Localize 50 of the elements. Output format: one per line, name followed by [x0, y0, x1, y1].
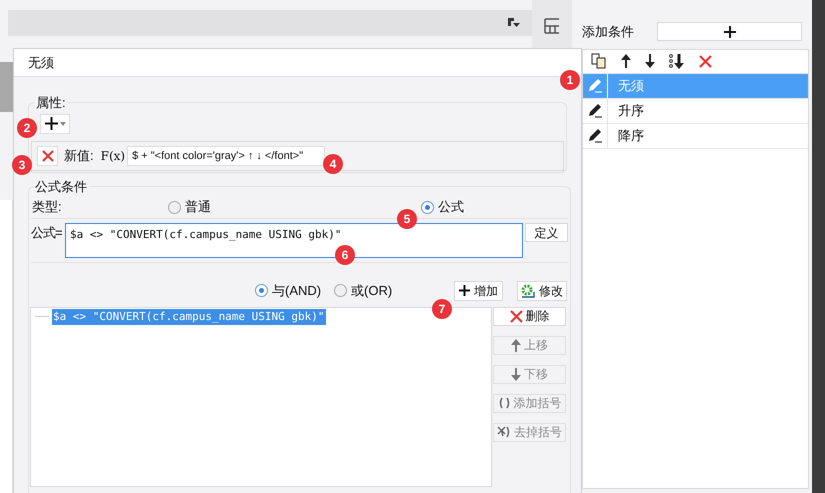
dropdown-icon[interactable]	[508, 18, 520, 28]
define-button[interactable]: 定义	[525, 222, 568, 242]
arrow-up-icon	[511, 338, 521, 352]
delete-button[interactable]	[37, 146, 58, 166]
option-label: 或(OR)	[351, 282, 392, 300]
copy-icon[interactable]	[591, 53, 607, 69]
radio-button[interactable]	[334, 284, 347, 297]
logic-radio[interactable]: 与(AND)	[255, 280, 334, 300]
radio-button[interactable]	[255, 284, 268, 297]
pencil-icon	[588, 128, 602, 143]
plus-icon	[724, 26, 736, 38]
add-button[interactable]: 增加	[454, 280, 503, 300]
condition-item[interactable]: 升序	[583, 98, 808, 124]
caret-icon	[60, 122, 66, 126]
canvas-background	[0, 62, 13, 112]
modify-button[interactable]: 修改	[517, 280, 567, 300]
condition-item[interactable]: 降序	[583, 124, 808, 148]
add-condition-label: 添加条件	[582, 23, 635, 41]
pencil-icon	[588, 103, 602, 118]
option-label: 普通	[185, 198, 211, 216]
gear-icon	[521, 284, 535, 298]
option-label: 公式	[438, 198, 464, 216]
move-to-bottom-icon[interactable]	[669, 54, 685, 68]
plus-icon	[459, 285, 470, 296]
pencil-icon	[588, 78, 602, 93]
logic-radio[interactable]: 或(OR)	[334, 280, 454, 300]
remove-brackets-icon	[497, 426, 511, 438]
arrow-down-icon[interactable]	[645, 54, 655, 68]
delete-button[interactable]: 删除	[493, 306, 566, 326]
formula-label: 公式=	[31, 224, 63, 242]
delete-icon[interactable]	[699, 54, 712, 68]
type-radio[interactable]: 公式	[421, 197, 464, 217]
arrow-down-icon	[511, 368, 521, 380]
grid-icon[interactable]	[544, 18, 560, 34]
type-label: 类型:	[31, 198, 63, 216]
radio-button[interactable]	[421, 200, 434, 214]
arrow-up-icon[interactable]	[621, 54, 631, 68]
group-title: 公式条件	[34, 178, 88, 196]
group-title: 属性:	[35, 94, 67, 112]
radio-button[interactable]	[168, 200, 181, 214]
delete-icon	[510, 310, 522, 322]
value-input[interactable]: $ + "<font color='gray'> ↑ ↓ </font>"	[127, 146, 326, 166]
value-label: 新值:	[64, 146, 94, 165]
brackets-icon	[498, 397, 510, 409]
add-attribute-button[interactable]	[40, 114, 70, 134]
plus-icon	[44, 117, 58, 130]
delete-icon	[42, 150, 54, 162]
option-label: 与(AND)	[272, 282, 322, 300]
formula-button[interactable]: F(x)	[100, 144, 126, 166]
dialog-title: 无须	[28, 54, 54, 72]
